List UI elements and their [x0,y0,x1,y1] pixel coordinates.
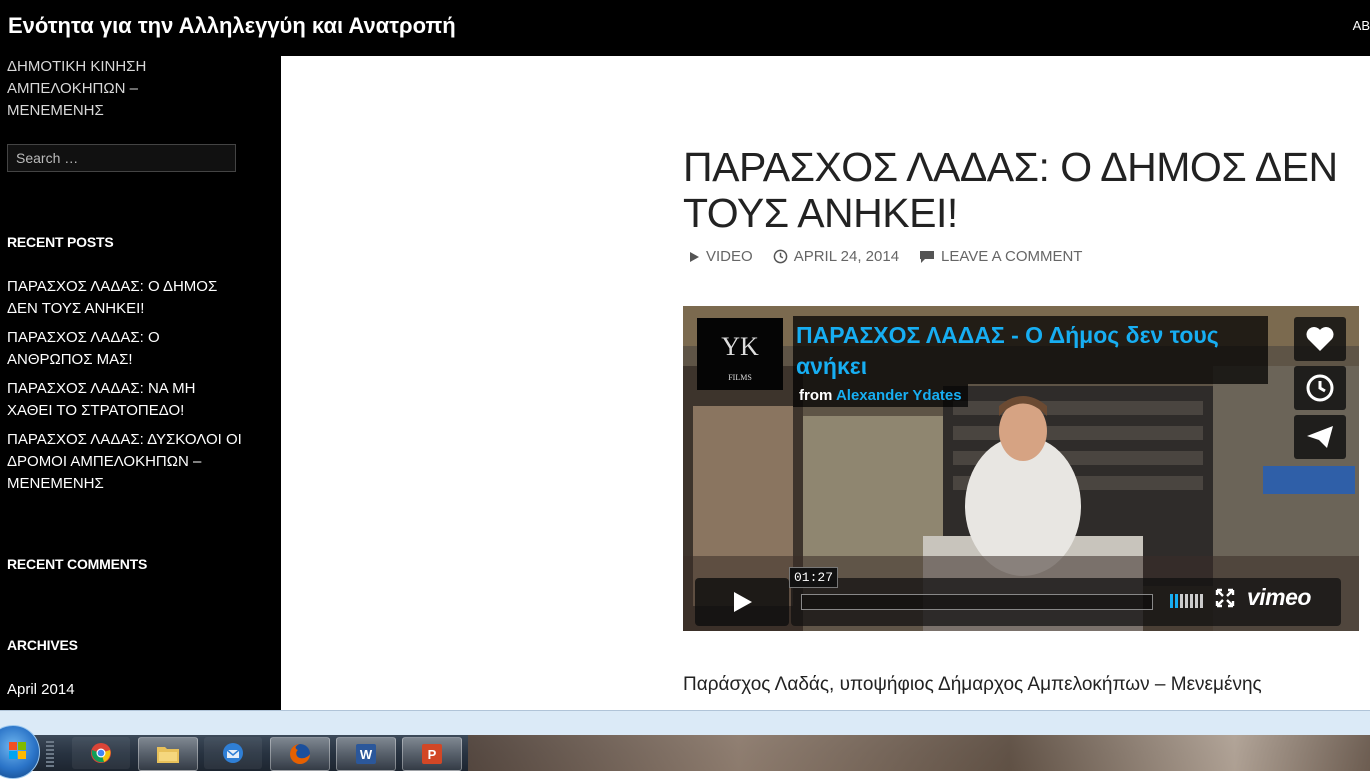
main-content: ΠΑΡΑΣΧΟΣ ΛΑΔΑΣ: Ο ΔΗΜΟΣ ΔΕΝ ΤΟΥΣ ΑΝΗΚΕΙ!… [281,56,1370,710]
video-title[interactable]: ΠΑΡΑΣΧΟΣ ΛΑΔΑΣ - Ο Δήμος δεν τους ανήκει [796,320,1262,382]
fullscreen-button[interactable] [1215,588,1235,613]
watch-later-button[interactable] [1294,366,1346,410]
taskbar-app-thunderbird[interactable] [204,737,262,769]
video-author-link[interactable]: Alexander Ydates [836,387,962,404]
post-date[interactable]: APRIL 24, 2014 [773,248,899,265]
taskbar-grip [46,741,54,767]
volume-bar [1195,594,1198,608]
recent-posts-heading: RECENT POSTS [7,234,114,250]
post-date-label: APRIL 24, 2014 [793,248,900,265]
recent-post-link[interactable]: ΠΑΡΑΣΧΟΣ ΛΑΔΑΣ: Ο ΔΗΜΟΣ ΔΕΝ ΤΟΥΣ ΑΝΗΚΕΙ! [7,276,242,320]
volume-bar [1170,594,1173,608]
timecode: 01:27 [789,567,839,588]
post-format[interactable]: VIDEO [688,248,753,265]
desktop-wallpaper-strip [468,735,1370,771]
vimeo-logo[interactable]: vimeo [1247,584,1311,611]
post-format-label: VIDEO [706,248,753,265]
play-icon [734,592,752,612]
recent-posts-list: ΠΑΡΑΣΧΟΣ ΛΑΔΑΣ: Ο ΔΗΜΟΣ ΔΕΝ ΤΟΥΣ ΑΝΗΚΕΙ!… [7,276,242,502]
fullscreen-icon [1215,588,1235,608]
chrome-icon [91,743,111,763]
volume-bar [1175,594,1178,608]
svg-text:P: P [428,747,437,762]
share-button[interactable] [1294,415,1346,459]
volume-bar [1185,594,1188,608]
volume-control[interactable] [1170,592,1205,608]
video-format-icon [690,251,699,262]
volume-bar [1200,594,1203,608]
taskbar-app-powerpoint[interactable]: P [402,737,462,771]
site-header: Ενότητα για την Αλληλεγγύη και Ανατροπή … [0,0,1370,56]
volume-bar [1180,594,1183,608]
clock-icon [1306,374,1334,402]
paper-plane-icon [1307,426,1333,448]
recent-post-link[interactable]: ΠΑΡΑΣΧΟΣ ΛΑΔΑΣ: ΔΥΣΚΟΛΟΙ ΟΙ ΔΡΟΜΟΙ ΑΜΠΕΛ… [7,429,242,495]
progress-bar[interactable] [801,594,1153,610]
recent-comments-heading: RECENT COMMENTS [7,556,148,572]
taskbar-app-explorer[interactable] [138,737,198,771]
channel-logo-sub: FILMS [728,373,752,382]
taskbar-app-firefox[interactable] [270,737,330,771]
like-button[interactable] [1294,317,1346,361]
archive-month-link[interactable]: April 2014 [7,681,75,698]
sidebar: ΔΗΜΟΤΙΚΗ ΚΙΝΗΣΗ ΑΜΠΕΛΟΚΗΠΩΝ – ΜΕΝΕΜΕΝΗΣ … [0,56,281,710]
top-nav-item[interactable]: ΑΒ [1353,18,1370,33]
video-from-label: from [799,387,833,404]
powerpoint-icon: P [422,744,442,764]
recent-post-link[interactable]: ΠΑΡΑΣΧΟΣ ΛΑΔΑΣ: ΝΑ ΜΗ ΧΑΘΕΙ ΤΟ ΣΤΡΑΤΟΠΕΔ… [7,378,242,422]
word-icon: W [356,744,376,764]
taskbar-app-chrome[interactable] [72,737,130,769]
recent-post-link[interactable]: ΠΑΡΑΣΧΟΣ ΛΑΔΑΣ: Ο ΑΝΘΡΩΠΟΣ ΜΑΣ! [7,327,242,371]
firefox-icon [290,744,310,764]
play-button[interactable] [695,578,789,626]
video-controls: 01:27 vimeo [695,567,1345,626]
volume-bar [1190,594,1193,608]
search-input[interactable] [7,144,236,172]
heart-icon [1306,327,1334,351]
window-edge-bar [0,710,1370,736]
comment-icon [920,250,935,263]
comment-link-label: LEAVE A COMMENT [941,248,1083,265]
archives-heading: ARCHIVES [7,637,78,653]
video-title-box: ΠΑΡΑΣΧΟΣ ΛΑΔΑΣ - Ο Δήμος δεν τους ανήκει [793,316,1268,384]
comment-link[interactable]: LEAVE A COMMENT [919,248,1082,265]
video-player[interactable]: YK FILMS ΠΑΡΑΣΧΟΣ ΛΑΔΑΣ - Ο Δήμος δεν το… [683,306,1359,631]
taskbar-app-word[interactable]: W [336,737,396,771]
post-meta: VIDEO APRIL 24, 2014 LEAVE A COMMENT [688,248,1102,265]
post-title[interactable]: ΠΑΡΑΣΧΟΣ ΛΑΔΑΣ: Ο ΔΗΜΟΣ ΔΕΝ ΤΟΥΣ ΑΝΗΚΕΙ! [683,144,1363,236]
site-tagline: ΔΗΜΟΤΙΚΗ ΚΙΝΗΣΗ ΑΜΠΕΛΟΚΗΠΩΝ – ΜΕΝΕΜΕΝΗΣ [7,58,147,119]
channel-logo[interactable]: YK FILMS [697,318,783,390]
thunderbird-icon [223,743,243,763]
clock-icon [773,249,788,264]
site-title[interactable]: Ενότητα για την Αλληλεγγύη και Ανατροπή [8,13,456,39]
post-body: Παράσχος Λαδάς, υποψήφιος Δήμαρχος Αμπελ… [683,674,1262,695]
video-byline: from Alexander Ydates [793,384,968,407]
windows-logo-icon [9,742,26,759]
svg-text:W: W [360,747,373,762]
channel-logo-text: YK [721,332,759,361]
taskbar: W P [0,725,1370,779]
explorer-folder-icon [157,747,179,763]
